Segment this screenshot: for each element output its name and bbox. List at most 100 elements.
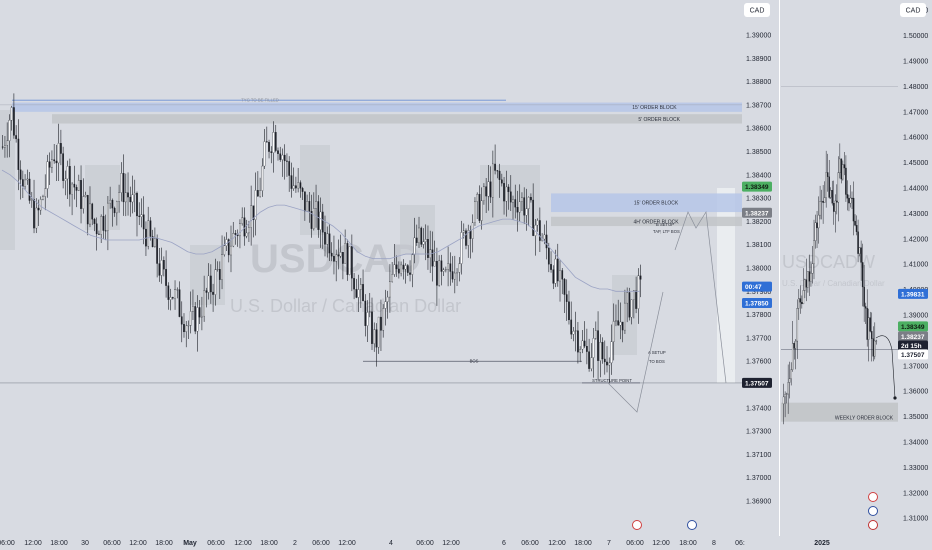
candle [232,233,235,247]
weekly-candle [788,378,791,383]
time-tick-label: 06: [735,540,745,547]
price-tick-label-right: 1.33000 [903,465,928,472]
candle [93,219,96,224]
weekly-candle [820,200,823,202]
weekly-candle [858,247,861,254]
price-tick-label: 1.37300 [746,429,771,436]
candle [328,233,331,254]
time-axis[interactable]: 06:00 12:00 18:00 30 06:00 12:00 18:00 May 06:00… [0,536,932,550]
weekly-candle [871,331,873,339]
a-setup-note: TO BOS [649,359,665,364]
candle [554,258,557,284]
weekly-candle [861,262,864,288]
consolidation-box [400,205,435,255]
candle [563,279,566,295]
candle [165,269,167,286]
candle [635,290,637,309]
time-tick-label: 30 [81,540,89,547]
left-price-axis[interactable]: 1.39000 1.38900 1.38800 1.38700 1.38600 1.385… [742,0,779,550]
candle [1,146,4,148]
price-tag-label-right: 1.37507 [901,352,925,359]
price-tick-label: 1.39000 [746,32,771,39]
weekly-candle [834,200,837,212]
candle [337,254,340,257]
price-tick-label: 1.37800 [746,312,771,319]
price-tick-label-right: 1.43000 [903,211,928,218]
candle [89,203,91,225]
candle [489,181,492,198]
candle [33,199,35,229]
candle [288,161,291,176]
b-setup-label: B SETUP [656,222,674,227]
candle [460,232,463,264]
candle [339,252,342,257]
candle [205,290,208,293]
price-tag-label-right: 2d 15h [901,343,922,350]
candle [368,311,371,313]
candle [411,254,414,275]
weekly-candle [826,172,829,177]
order-block-label: 5' ORDER BLOCK [638,117,680,123]
weekly-candle [823,197,826,203]
time-tick-label: 12:00 [24,540,42,547]
time-tick-label: 06:00 [103,540,121,547]
currency-text-right: CAD [906,8,921,15]
candle [469,230,472,239]
candle [295,185,297,189]
right-price-axis[interactable]: 1.510001.500001.490001.480001.470001.460… [898,0,932,550]
candle [214,269,217,295]
time-tick-label: 18:00 [155,540,173,547]
price-tick-label-right: 1.34000 [903,440,928,447]
candle [277,150,279,154]
candle [637,275,640,309]
candle [559,270,561,282]
candle [223,245,226,255]
candle [263,141,266,167]
candle [333,256,335,262]
currency-label-right[interactable]: CAD [900,3,926,17]
candle [449,263,452,272]
candle [131,194,134,203]
price-tick-label-right: 1.32000 [903,490,928,497]
event-ca-flag-icon-right[interactable] [868,520,878,530]
candle [51,159,53,168]
candle [194,306,197,332]
time-tick-label: 12:00 [234,540,252,547]
event-flash-icon[interactable] [632,520,642,530]
weekly-candle [851,197,853,199]
price-tag-label: 00:47 [745,284,762,291]
time-tick-label: 12:00 [129,540,147,547]
candle [324,232,326,245]
candle [241,217,244,224]
price-tag-label-right: 1.38349 [901,324,925,331]
candle [149,220,152,237]
weekly-candle [857,231,859,254]
candle [62,153,64,181]
event-flash-icon-right[interactable] [868,492,878,502]
candle [301,188,304,192]
candle [592,338,595,358]
candle [42,196,44,200]
candle [539,220,541,241]
candle [431,249,434,267]
candle [568,301,570,321]
chart-canvas[interactable]: USDCADU.S. Dollar / Canadian Dollar15' O… [0,0,932,550]
candle [68,166,71,195]
weekly-candle [785,393,788,395]
candle [389,281,391,298]
candle [462,230,465,233]
weekly-candle [802,290,805,305]
candle [312,208,315,229]
price-tag-label-right: 1.39831 [901,291,925,298]
currency-label-left[interactable]: CAD [744,3,770,17]
price-tick-label-right: 1.46000 [903,135,928,142]
weekly-candle [848,198,850,204]
candle [212,291,214,295]
candle [100,216,103,235]
candle [71,183,73,195]
candle [160,260,163,276]
candle [111,199,114,209]
event-us-flag-icon[interactable] [687,520,697,530]
weekly-candle [793,343,795,349]
event-us-flag-icon-right[interactable] [868,506,878,516]
